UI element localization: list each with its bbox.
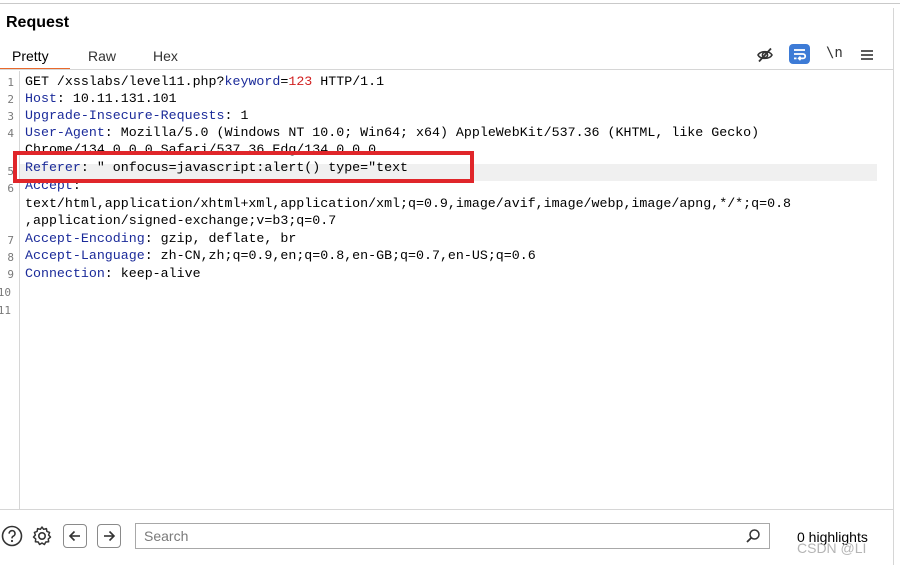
request-panel: Request Pretty Raw Hex \n 1 2 3 4 5 6 7 … [0,0,900,565]
header-separator: : [144,231,161,246]
line-number: 3 [7,110,14,123]
header-name: User-Agent [25,125,105,140]
header-line-connection: Connection: keep-alive [25,265,201,282]
help-circle-icon[interactable] [0,524,24,548]
header-name: Host [25,91,57,106]
line-number: 2 [7,93,14,106]
search-input[interactable] [144,527,734,545]
search-field[interactable] [135,523,770,549]
arrow-right-icon [104,530,116,542]
eye-off-icon[interactable] [755,45,775,65]
query-param-value: 123 [288,74,313,89]
line-number: 1 [7,76,14,89]
line-number: 11 [0,304,11,317]
text-wrap-icon [794,49,807,61]
header-value: 10.11.131.101 [72,91,177,106]
header-separator: : [144,248,161,263]
line-number: 4 [7,127,14,140]
arrow-left-icon [68,530,80,542]
header-separator: : [56,91,73,106]
header-value: keep-alive [120,266,201,281]
header-separator: : [104,266,121,281]
search-icon[interactable] [745,528,761,544]
header-value: zh-CN,zh;q=0.9,en;q=0.8,en-GB;q=0.7,en-U… [160,248,536,263]
header-line-continuation: text/html,application/xhtml+xml,applicat… [25,196,792,211]
header-line-host: Host: 10.11.131.101 [25,90,177,107]
query-param-name: keyword [224,74,281,89]
line-number: 5 [7,165,14,178]
gear-icon[interactable] [30,524,54,548]
header-line-continuation: ,application/signed-exchange;v=b3;q=0.7 [25,213,337,228]
line-number: 8 [7,251,14,264]
watermark: CSDN @LI [797,540,867,556]
line-number: 7 [7,234,14,247]
request-path: /xsslabs/level11.php? [56,74,225,89]
header-name: Accept-Language [25,248,145,263]
header-name: Connection [25,266,105,281]
show-newlines-toggle[interactable]: \n [826,45,843,61]
line-number: 10 [0,286,11,299]
line-number: 6 [7,182,14,195]
tabs-divider [0,69,893,70]
header-separator: : [224,108,241,123]
http-protocol: HTTP/1.1 [312,74,385,89]
tab-raw[interactable]: Raw [88,48,116,64]
tab-hex[interactable]: Hex [153,48,178,64]
search-bar: 0 highlights [0,518,893,558]
text-wrap-button[interactable] [789,44,810,64]
header-line-accept-encoding: Accept-Encoding: gzip, deflate, br [25,230,296,247]
line-number: 9 [7,268,14,281]
bottom-divider [0,509,893,510]
hamburger-menu-icon[interactable] [857,45,877,65]
header-line-upgrade: Upgrade-Insecure-Requests: 1 [25,107,248,124]
top-divider [0,3,900,4]
header-value: Mozilla/5.0 (Windows NT 10.0; Win64; x64… [120,125,760,140]
header-name: Accept-Encoding [25,231,145,246]
tab-pretty[interactable]: Pretty [12,48,49,64]
request-line: GET /xsslabs/level11.php?keyword=123 HTT… [25,73,384,90]
panel-title: Request [6,14,70,31]
http-method: GET [25,74,57,89]
header-value: gzip, deflate, br [160,231,297,246]
header-separator: : [104,125,121,140]
request-editor[interactable]: 1 2 3 4 5 6 7 8 9 10 11 GET /xsslabs/lev… [0,71,893,509]
annotation-highlight-box [13,151,474,183]
header-line-accept-language: Accept-Language: zh-CN,zh;q=0.9,en;q=0.8… [25,247,536,264]
previous-match-button[interactable] [63,524,87,548]
header-line-user-agent: User-Agent: Mozilla/5.0 (Windows NT 10.0… [25,124,759,141]
right-scroll-edge [893,8,894,565]
header-value: 1 [240,108,249,123]
header-name: Upgrade-Insecure-Requests [25,108,225,123]
next-match-button[interactable] [97,524,121,548]
